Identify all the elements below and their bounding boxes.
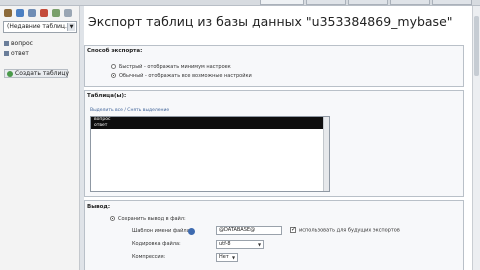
sidebar-item-otvet[interactable]: ответ <box>4 50 29 58</box>
filename-template-input[interactable]: @DATABASE@ <box>216 226 282 235</box>
recent-tables-value: (Недавние таблиц...) <box>7 23 74 30</box>
list-scrollbar[interactable] <box>323 117 329 191</box>
tab-more[interactable] <box>432 0 472 5</box>
save-to-file-option[interactable]: Сохранить вывод в файл: <box>110 216 186 223</box>
table-icon <box>4 51 9 56</box>
help-icon[interactable] <box>188 228 195 235</box>
use-for-future-label: использовать для будущих экспортов <box>299 227 400 234</box>
encoding-value: utf-8 <box>219 241 231 247</box>
encoding-label: Кодировка файла: <box>132 241 181 247</box>
docs-icon[interactable] <box>28 9 36 17</box>
sidebar: (Недавние таблиц...) ▼ вопрос ответ Созд… <box>0 6 80 270</box>
chevron-down-icon: ▼ <box>67 23 75 31</box>
export-quick-option[interactable]: Быстрый - отображать минимум настроек <box>111 64 231 71</box>
tab-import[interactable] <box>306 0 346 5</box>
chevron-down-icon: ▼ <box>231 255 236 260</box>
export-method-legend: Способ экспорта: <box>87 48 143 55</box>
logout-icon[interactable] <box>40 9 48 17</box>
sidebar-item-vopros[interactable]: вопрос <box>4 40 33 48</box>
tab-privileges[interactable] <box>390 0 430 5</box>
page-title: Экспорт таблиц из базы данных "u35338486… <box>88 14 453 29</box>
settings-icon[interactable] <box>52 9 60 17</box>
compression-label: Компрессия: <box>132 254 166 260</box>
list-item[interactable]: ответ <box>91 123 329 129</box>
export-method-fieldset: Способ экспорта: Быстрый - отображать ми… <box>84 45 464 87</box>
sidebar-item-label: ответ <box>11 50 29 57</box>
table-icon <box>4 41 9 46</box>
sidebar-toolbar <box>4 9 76 19</box>
add-icon <box>7 71 13 77</box>
use-for-future-option[interactable]: использовать для будущих экспортов <box>290 226 400 235</box>
quick-option-label: Быстрый - отображать минимум настроек <box>119 64 231 70</box>
filename-template-value: @DATABASE@ <box>219 227 256 233</box>
chevron-down-icon: ▼ <box>257 242 262 247</box>
tab-export[interactable] <box>260 0 304 5</box>
scrollbar-thumb[interactable] <box>474 16 479 76</box>
custom-option-label: Обычный - отображать все возможные настр… <box>119 73 252 79</box>
select-all-links[interactable]: Выделить все / Снять выделение <box>90 108 169 114</box>
tables-legend: Таблица(ы): <box>87 93 127 100</box>
use-for-future-checkbox[interactable] <box>290 226 296 233</box>
filename-template-label: Шаблон имени файла: <box>132 228 192 234</box>
main-panel: Экспорт таблиц из базы данных "u35338486… <box>84 6 480 270</box>
tables-multiselect[interactable]: вопрос ответ <box>90 116 330 192</box>
reload-icon[interactable] <box>64 9 72 17</box>
home-icon[interactable] <box>4 9 12 17</box>
compression-select[interactable]: Нет ▼ <box>216 253 238 262</box>
page-scrollbar[interactable] <box>472 6 480 270</box>
compression-value: Нет <box>219 254 229 260</box>
create-table-button[interactable]: Создать таблицу <box>4 69 70 78</box>
output-legend: Вывод: <box>87 204 111 211</box>
recent-tables-select[interactable]: (Недавние таблиц...) ▼ <box>3 21 77 33</box>
sql-query-icon[interactable] <box>16 9 24 17</box>
quick-radio[interactable] <box>111 64 116 69</box>
save-to-file-radio[interactable] <box>110 216 115 221</box>
encoding-select[interactable]: utf-8 ▼ <box>216 240 264 249</box>
save-to-file-label: Сохранить вывод в файл: <box>118 216 186 222</box>
create-table-label: Создать таблицу <box>15 70 70 77</box>
custom-radio[interactable] <box>111 73 116 78</box>
export-custom-option[interactable]: Обычный - отображать все возможные настр… <box>111 73 252 80</box>
tab-operations[interactable] <box>348 0 388 5</box>
sidebar-item-label: вопрос <box>11 40 33 47</box>
